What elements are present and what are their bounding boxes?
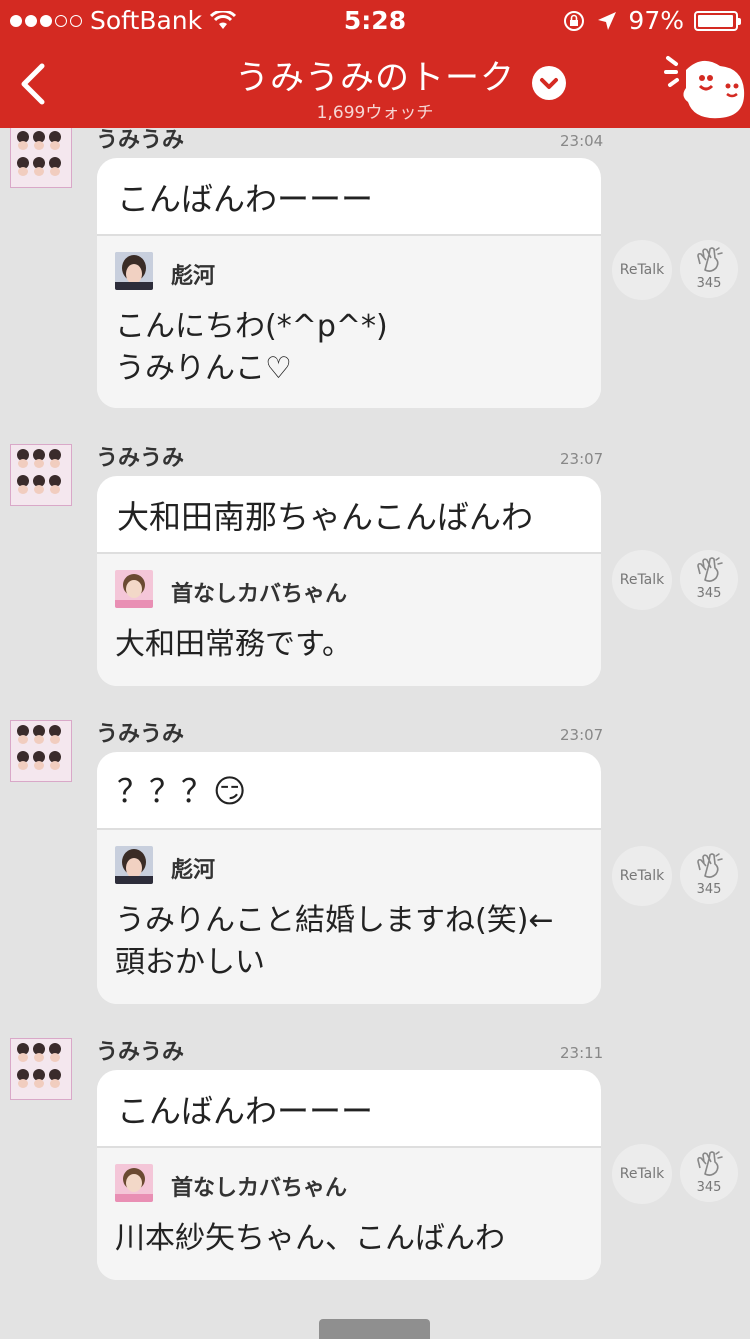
retalk-button[interactable]: ReTalk xyxy=(612,240,672,300)
message-bubble[interactable]: こんばんわーーー 彪河 こんにちわ(*^p^*) うみりんこ♡ xyxy=(97,158,601,408)
clap-icon xyxy=(697,557,723,582)
clap-icon xyxy=(697,1151,723,1176)
post-author: うみうみ xyxy=(96,128,185,153)
quote-text: うみりんこと結婚しますね(笑)← 頭おかしい xyxy=(115,903,554,980)
post-author: うみうみ xyxy=(96,446,185,471)
mascot-icon xyxy=(664,56,745,119)
message-bubble[interactable]: 大和田南那ちゃんこんばんわ 首なしカバちゃん 大和田常務です。 xyxy=(97,476,601,686)
rotation-lock-icon xyxy=(564,10,585,31)
avatar[interactable] xyxy=(10,720,72,782)
status-bar: SoftBank 5:28 97% xyxy=(0,0,750,40)
clap-button[interactable]: 345 xyxy=(680,240,738,298)
clap-count: 345 xyxy=(696,276,722,291)
chevron-down-icon xyxy=(540,78,558,89)
battery-percent: 97% xyxy=(628,6,684,35)
avatar[interactable] xyxy=(10,128,72,188)
message-text: こんばんわーーー xyxy=(117,180,374,218)
page-title: うみうみのトーク xyxy=(235,58,515,98)
quote-avatar xyxy=(115,1164,153,1202)
quote-avatar xyxy=(115,252,153,290)
message-text: こんばんわーーー xyxy=(117,1092,374,1130)
quoted-message: 首なしカバちゃん 川本紗矢ちゃん、こんばんわ xyxy=(97,1146,601,1280)
clap-count: 345 xyxy=(696,586,722,601)
clap-button[interactable]: 345 xyxy=(680,1144,738,1202)
clap-button[interactable]: 345 xyxy=(680,550,738,608)
avatar[interactable] xyxy=(10,1038,72,1100)
post-time: 23:07 xyxy=(560,726,604,744)
quote-author: 彪河 xyxy=(171,264,216,289)
post-author: うみうみ xyxy=(96,1040,185,1065)
app-header: SoftBank 5:28 97% うみうみのトーク 1,699ウォッチ xyxy=(0,0,750,128)
quote-text: 大和田常務です。 xyxy=(115,627,352,662)
message-bubble[interactable]: こんばんわーーー 首なしカバちゃん 川本紗矢ちゃん、こんばんわ xyxy=(97,1070,601,1280)
page-indicator-tab[interactable] xyxy=(319,1319,430,1339)
retalk-button[interactable]: ReTalk xyxy=(612,550,672,610)
quoted-message: 首なしカバちゃん 大和田常務です。 xyxy=(97,552,601,686)
message-text: 大和田南那ちゃんこんばんわ xyxy=(117,498,534,536)
location-arrow-icon xyxy=(598,11,617,30)
avatar[interactable] xyxy=(10,444,72,506)
clap-icon xyxy=(697,853,723,878)
message-bubble[interactable]: ？？？😏 彪河 うみりんこと結婚しますね(笑)← 頭おかしい xyxy=(97,752,601,1004)
mascot-button[interactable] xyxy=(664,50,746,122)
clap-count: 345 xyxy=(696,882,722,897)
quote-author: 彪河 xyxy=(171,858,216,883)
post-time: 23:04 xyxy=(560,132,604,150)
clap-count: 345 xyxy=(696,1180,722,1195)
watch-count: 1,699ウォッチ xyxy=(316,103,434,123)
quote-text: こんにちわ(*^p^*) うみりんこ♡ xyxy=(115,309,388,386)
message-text: ？？？😏 xyxy=(117,772,247,810)
quote-avatar xyxy=(115,846,153,884)
clap-button[interactable]: 345 xyxy=(680,846,738,904)
retalk-button[interactable]: ReTalk xyxy=(612,1144,672,1204)
quote-avatar xyxy=(115,570,153,608)
quote-text: 川本紗矢ちゃん、こんばんわ xyxy=(115,1221,505,1256)
battery-icon xyxy=(694,10,741,31)
post-time: 23:11 xyxy=(560,1044,604,1062)
talk-timeline[interactable]: うみうみ 23:04 こんばんわーーー 彪河 こんにちわ(*^p^*) うみりん… xyxy=(0,128,750,1334)
quoted-message: 彪河 こんにちわ(*^p^*) うみりんこ♡ xyxy=(97,234,601,408)
retalk-button[interactable]: ReTalk xyxy=(612,846,672,906)
quoted-message: 彪河 うみりんこと結婚しますね(笑)← 頭おかしい xyxy=(97,828,601,1004)
post-time: 23:07 xyxy=(560,450,604,468)
clap-icon xyxy=(697,247,723,272)
title-dropdown-button[interactable] xyxy=(532,66,566,100)
quote-author: 首なしカバちゃん xyxy=(171,582,348,607)
post-author: うみうみ xyxy=(96,722,185,747)
quote-author: 首なしカバちゃん xyxy=(171,1176,348,1201)
